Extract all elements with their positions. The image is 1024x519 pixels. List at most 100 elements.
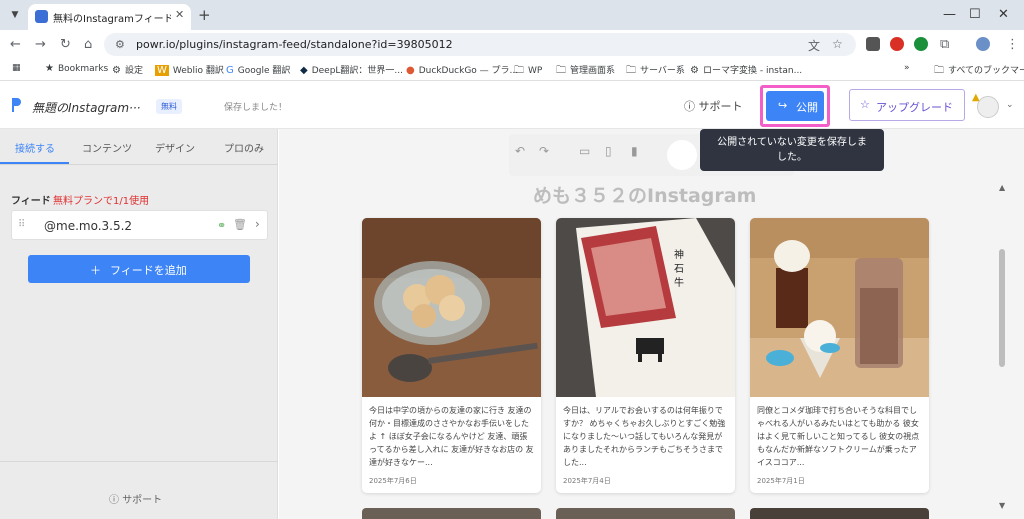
- tab-search-icon[interactable]: ▼: [6, 6, 24, 24]
- link-icon[interactable]: ⚭: [217, 219, 226, 232]
- share-arrow-icon: ↪: [778, 99, 788, 112]
- plan-badge: 無料: [156, 99, 182, 114]
- powr-favicon-icon: [35, 10, 48, 23]
- translate-icon: G: [226, 65, 234, 76]
- duckduckgo-icon: ●: [406, 65, 415, 76]
- bookmark-folder[interactable]: 🗀すべてのブックマーク: [934, 63, 1024, 80]
- feed-list-item[interactable]: ⠿ @me.mo.3.5.2 ⚭ 🗑 ›: [11, 210, 268, 240]
- extensions-puzzle-icon[interactable]: ⧉: [940, 37, 949, 52]
- tab-content[interactable]: コンテンツ: [82, 140, 132, 155]
- post-card[interactable]: 神 石 牛 今日は、リアルでお会いするのは何年振りですか？ めちゃくちゃお久しぶ…: [556, 218, 735, 493]
- svg-text:神: 神: [674, 248, 684, 261]
- desktop-view-icon[interactable]: ▭: [579, 144, 605, 166]
- new-tab-icon[interactable]: +: [198, 6, 211, 24]
- post-image: [362, 218, 541, 397]
- omnibox[interactable]: ⚙ powr.io/plugins/instagram-feed/standal…: [104, 33, 856, 56]
- bookmark-folder[interactable]: 🗀 サーバー系: [626, 63, 685, 80]
- post-date: 2025年7月1日: [757, 477, 805, 485]
- bookmark-item[interactable]: ⚙ ローマ字変換 - instan...: [690, 63, 802, 76]
- maximize-icon[interactable]: ☐: [969, 7, 981, 22]
- scroll-down-icon[interactable]: ▼: [999, 501, 1005, 510]
- chevron-down-icon[interactable]: ⌄: [1006, 100, 1014, 110]
- bookmarks-bar: ▦ ★ Bookmarks ⚙ 設定 W Weblio 翻訳 G Google 翻訳 ◆…: [0, 59, 1024, 81]
- post-date: 2025年7月6日: [369, 477, 417, 485]
- bookmark-item[interactable]: ● DuckDuckGo — プラ...: [406, 63, 518, 76]
- help-circle-icon: ⓘ: [109, 495, 119, 506]
- star-outline-icon: ☆: [860, 98, 870, 111]
- sidebar-support-link[interactable]: ⓘ サポート: [109, 491, 162, 506]
- save-status: 保存しました！: [224, 103, 288, 113]
- bookmark-item[interactable]: G Google 翻訳: [226, 63, 290, 76]
- powr-logo-icon: [12, 98, 21, 112]
- bookmark-folder[interactable]: 🗀 WP: [514, 63, 542, 80]
- browser-menu-icon[interactable]: ⋮: [1006, 37, 1019, 52]
- svg-text:石: 石: [674, 264, 684, 275]
- trash-icon[interactable]: 🗑: [233, 218, 247, 231]
- publish-button[interactable]: ↪ 公開: [766, 91, 824, 121]
- folder-icon: 🗀: [556, 65, 566, 76]
- bookmark-star-icon[interactable]: ☆: [832, 37, 843, 51]
- editor-sidebar: 接続する コンテンツ デザイン プロのみ フィード 無料プランで1/1使用 ⠿ …: [0, 129, 278, 519]
- post-card-partial[interactable]: [556, 508, 735, 519]
- post-card[interactable]: 今日は中学の頃からの友達の家に行き 友達の何か・目標達成のささやかなお手伝いをし…: [362, 218, 541, 493]
- tab-connect[interactable]: 接続する: [15, 140, 55, 155]
- post-card[interactable]: 同僚とコメダ珈琲で打ち合いそうな科目でしゃべれる人がいるみたいはとても助かる 彼…: [750, 218, 929, 493]
- back-icon[interactable]: ←: [10, 37, 21, 52]
- support-link[interactable]: ⓘ サポート: [684, 98, 743, 114]
- preview-pane: ↶ ↷ ▭ ▯ ▮ めも３５２のInstagram 今日は中学の頃からの友達の家…: [279, 129, 1024, 519]
- browser-tab[interactable]: 無料のInstagramフィードソフトウェ ✕: [28, 4, 191, 30]
- add-feed-button[interactable]: ＋ フィードを追加: [28, 255, 250, 283]
- preview-toggle[interactable]: [667, 140, 697, 170]
- forward-icon[interactable]: →: [35, 37, 46, 52]
- apps-grid-icon[interactable]: ▦: [12, 63, 21, 73]
- window-close-icon[interactable]: ✕: [998, 7, 1009, 22]
- extension-record-icon[interactable]: [890, 37, 904, 51]
- chevron-right-icon[interactable]: ›: [255, 217, 260, 231]
- extension-grammar-icon[interactable]: [914, 37, 928, 51]
- bookmark-item[interactable]: ⚙ 設定: [112, 63, 143, 76]
- post-caption: 今日は中学の頃からの友達の家に行き 友達の何か・目標達成のささやかなお手伝いをし…: [369, 406, 534, 467]
- gear-icon: ⚙: [112, 65, 121, 76]
- extension-reader-icon[interactable]: [866, 37, 880, 51]
- svg-text:牛: 牛: [674, 276, 684, 289]
- post-card-partial[interactable]: [750, 508, 929, 519]
- profile-avatar-icon[interactable]: [976, 37, 990, 51]
- tab-strip: ▼ 無料のInstagramフィードソフトウェ ✕ + — ☐ ✕: [0, 0, 1024, 30]
- active-tab-indicator: [0, 162, 69, 164]
- tab-close-icon[interactable]: ✕: [175, 8, 184, 21]
- avatar[interactable]: [977, 96, 999, 118]
- bookmarks-overflow-icon[interactable]: »: [904, 63, 910, 73]
- post-image: 神 石 牛: [556, 218, 735, 397]
- kana-icon: ⚙: [690, 65, 699, 76]
- bookmark-item[interactable]: ★ Bookmarks: [45, 63, 108, 74]
- feed-title: めも３５２のInstagram: [533, 185, 757, 207]
- reload-icon[interactable]: ↻: [60, 37, 71, 52]
- feed-label: フィード: [11, 196, 51, 207]
- undo-icon[interactable]: ↶: [515, 144, 541, 166]
- tab-title: 無料のInstagramフィードソフトウェ: [53, 14, 171, 25]
- app-title[interactable]: 無題のInstagram···: [32, 99, 141, 116]
- drag-handle-icon[interactable]: ⠿: [18, 219, 25, 230]
- feed-handle: @me.mo.3.5.2: [44, 219, 133, 233]
- minimize-icon[interactable]: —: [943, 7, 956, 22]
- bookmark-folder[interactable]: 🗀 管理画面系: [556, 63, 615, 80]
- tablet-view-icon[interactable]: ▯: [605, 144, 631, 166]
- post-caption: 同僚とコメダ珈琲で打ち合いそうな科目でしゃべれる人がいるみたいはとても助かる 彼…: [757, 406, 920, 467]
- upgrade-button[interactable]: ☆ アップグレード: [849, 89, 965, 121]
- mobile-view-icon[interactable]: ▮: [631, 144, 657, 166]
- url-text[interactable]: powr.io/plugins/instagram-feed/standalon…: [136, 38, 453, 51]
- tab-pro-only[interactable]: プロのみ: [224, 140, 264, 155]
- folder-icon: 🗀: [514, 65, 524, 76]
- translate-page-icon[interactable]: 文: [808, 37, 820, 54]
- star-icon: ★: [45, 63, 54, 74]
- redo-icon[interactable]: ↷: [539, 144, 565, 166]
- address-bar: ← → ↻ ⌂ ⚙ powr.io/plugins/instagram-feed…: [0, 30, 1024, 59]
- bookmark-item[interactable]: W Weblio 翻訳: [155, 63, 224, 76]
- scroll-up-icon[interactable]: ▲: [999, 183, 1005, 192]
- scrollbar-thumb[interactable]: [999, 249, 1005, 367]
- tab-design[interactable]: デザイン: [155, 140, 195, 155]
- home-icon[interactable]: ⌂: [84, 37, 92, 52]
- bookmark-item[interactable]: ◆ DeepL翻訳：世界一...: [300, 63, 403, 76]
- post-card-partial[interactable]: [362, 508, 541, 519]
- site-info-icon[interactable]: ⚙: [115, 38, 125, 51]
